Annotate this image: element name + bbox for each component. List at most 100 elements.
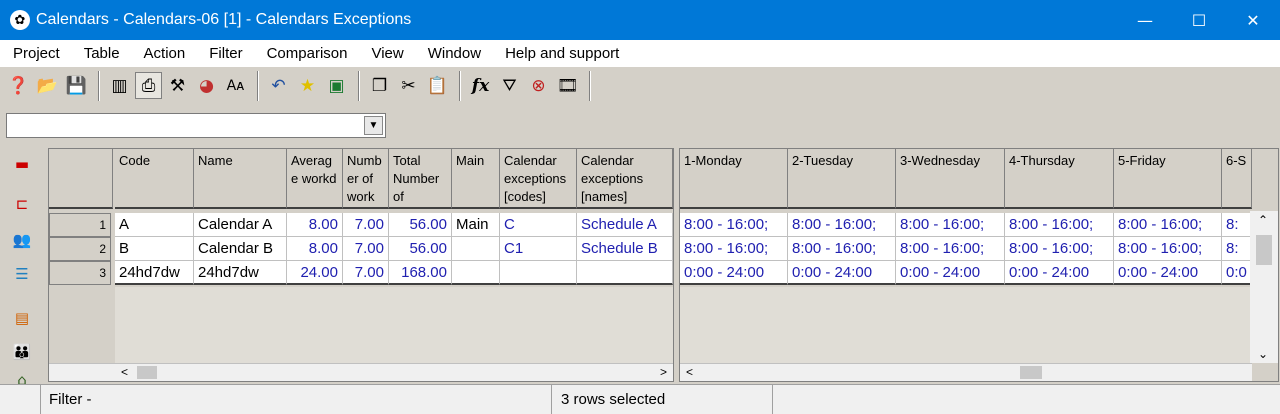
calendar-list-icon[interactable]: ▬ [7,152,37,176]
save-icon[interactable]: 💾 [63,72,90,99]
cell-name[interactable]: 24hd7dw [194,261,287,285]
cell-wednesday[interactable]: 8:00 - 16:00; [896,237,1005,261]
cell-exception-name[interactable]: Schedule B [577,237,673,261]
cell-exception-name[interactable]: Schedule A [577,213,673,237]
copy-icon[interactable]: ❐ [366,72,393,99]
tools-icon[interactable]: ⚒ [164,72,191,99]
menu-table[interactable]: Table [71,45,131,62]
cell-exception-code[interactable] [500,261,577,285]
resources-icon[interactable]: 👥 [7,228,37,252]
cell-wednesday[interactable]: 0:00 - 24:00 [896,261,1005,285]
bricks-icon[interactable]: ▤ [7,306,37,330]
col-header-monday[interactable]: 1-Monday [680,149,788,209]
col-header-saturday[interactable]: 6-S [1222,149,1252,209]
scroll-up-icon[interactable]: ⌃ [1258,213,1268,227]
star-icon[interactable]: ★ [294,72,321,99]
cell-tuesday[interactable]: 8:00 - 16:00; [788,213,896,237]
col-header-average-workday[interactable]: Averag e workd [287,149,343,209]
cell-saturday[interactable]: 8: [1222,237,1252,261]
cell-main[interactable] [452,261,500,285]
people-icon[interactable]: 👪 [7,340,37,364]
filter-icon[interactable]: ⛛ [496,72,523,99]
cell-main[interactable]: Main [452,213,500,237]
print-icon[interactable]: ⎙ [135,72,162,99]
hierarchy-icon[interactable]: ⊏ [7,192,37,216]
scroll-right-icon[interactable]: > [660,364,667,381]
col-header-wednesday[interactable]: 3-Wednesday [896,149,1005,209]
menu-action[interactable]: Action [131,45,197,62]
cell-average[interactable]: 8.00 [287,213,343,237]
cell-number[interactable]: 7.00 [343,237,389,261]
minimize-button[interactable]: — [1118,0,1172,40]
cell-friday[interactable]: 8:00 - 16:00; [1114,213,1222,237]
scroll-left-icon[interactable]: < [686,364,693,381]
menu-project[interactable]: Project [0,45,71,62]
help-icon[interactable]: ❓ [5,72,32,99]
font-icon[interactable]: Aᴀ [222,72,249,99]
cell-monday[interactable]: 0:00 - 24:00 [680,261,788,285]
cell-monday[interactable]: 8:00 - 16:00; [680,213,788,237]
maximize-button[interactable]: ☐ [1172,0,1226,40]
menu-view[interactable]: View [358,45,414,62]
cell-saturday[interactable]: 0:0 [1222,261,1252,285]
filter-combo[interactable]: ▼ [6,113,386,138]
row-header[interactable]: 3 [49,261,111,285]
scroll-thumb[interactable] [137,366,157,379]
col-header-name[interactable]: Name [194,149,287,209]
menu-window[interactable]: Window [415,45,492,62]
col-header-tuesday[interactable]: 2-Tuesday [788,149,896,209]
menu-comparison[interactable]: Comparison [254,45,359,62]
scroll-thumb[interactable] [1020,366,1042,379]
cell-friday[interactable]: 8:00 - 16:00; [1114,237,1222,261]
col-header-code[interactable]: Code [115,149,194,209]
cell-friday[interactable]: 0:00 - 24:00 [1114,261,1222,285]
cell-thursday[interactable]: 0:00 - 24:00 [1005,261,1114,285]
scroll-left-icon[interactable]: < [121,364,128,381]
menu-filter[interactable]: Filter [196,45,253,62]
col-header-total-number[interactable]: Total Number of [389,149,452,209]
col-header-friday[interactable]: 5-Friday [1114,149,1222,209]
cell-exception-code[interactable]: C [500,213,577,237]
chevron-down-icon[interactable]: ▼ [364,116,383,135]
stacked-bars-icon[interactable]: ☰ [7,262,37,286]
cell-code[interactable]: 24hd7dw [115,261,194,285]
cell-tuesday[interactable]: 0:00 - 24:00 [788,261,896,285]
function-icon[interactable]: fx [467,72,494,99]
right-horizontal-scrollbar[interactable]: < [680,363,1252,381]
left-horizontal-scrollbar[interactable]: < > [49,363,673,381]
right-vertical-scrollbar[interactable]: ⌃ ⌄ [1250,211,1278,363]
film-icon[interactable]: 🎞 [554,72,581,99]
col-header-exceptions-names[interactable]: Calendar exceptions [names] [577,149,673,209]
cell-total[interactable]: 168.00 [389,261,452,285]
clear-filter-icon[interactable]: ⊗ [525,72,552,99]
cell-total[interactable]: 56.00 [389,213,452,237]
cell-thursday[interactable]: 8:00 - 16:00; [1005,213,1114,237]
cell-name[interactable]: Calendar A [194,213,287,237]
cell-code[interactable]: A [115,213,194,237]
cell-name[interactable]: Calendar B [194,237,287,261]
columns-icon[interactable]: ▥ [106,72,133,99]
cell-total[interactable]: 56.00 [389,237,452,261]
excel-icon[interactable]: ▣ [323,72,350,99]
col-header-thursday[interactable]: 4-Thursday [1005,149,1114,209]
cell-exception-name[interactable] [577,261,673,285]
undo-icon[interactable]: ↶ [265,72,292,99]
col-header-main[interactable]: Main [452,149,500,209]
menu-help[interactable]: Help and support [492,45,630,62]
cut-icon[interactable]: ✂ [395,72,422,99]
cell-number[interactable]: 7.00 [343,213,389,237]
cell-number[interactable]: 7.00 [343,261,389,285]
open-folder-icon[interactable]: 📂 [34,72,61,99]
cell-exception-code[interactable]: C1 [500,237,577,261]
row-header[interactable]: 2 [49,237,111,261]
cell-average[interactable]: 24.00 [287,261,343,285]
chart-pie-icon[interactable]: ◕ [193,72,220,99]
cell-wednesday[interactable]: 8:00 - 16:00; [896,213,1005,237]
scroll-thumb[interactable] [1256,235,1272,265]
cell-tuesday[interactable]: 8:00 - 16:00; [788,237,896,261]
cell-monday[interactable]: 8:00 - 16:00; [680,237,788,261]
row-header[interactable]: 1 [49,213,111,237]
cell-thursday[interactable]: 8:00 - 16:00; [1005,237,1114,261]
scroll-down-icon[interactable]: ⌄ [1258,347,1268,361]
cell-main[interactable] [452,237,500,261]
